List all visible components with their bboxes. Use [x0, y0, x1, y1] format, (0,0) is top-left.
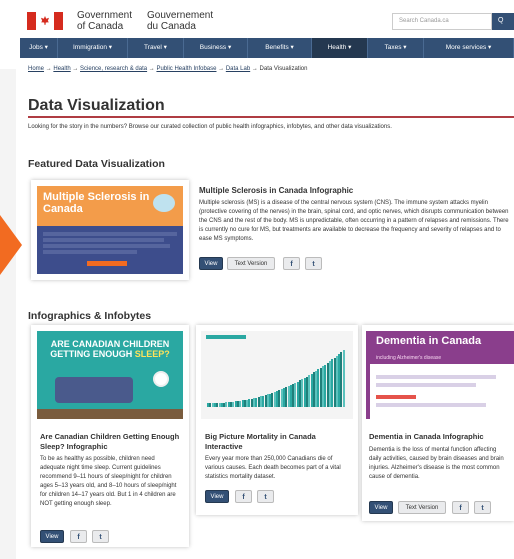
card-sleep-twitter-icon[interactable]: t	[92, 530, 109, 543]
nav-item-health[interactable]: Health ▾	[312, 38, 368, 58]
nav-item-immigration[interactable]: Immigration ▾	[58, 38, 128, 58]
mortality-thumb-bar	[342, 350, 345, 407]
sleep-infographic-image[interactable]: ARE CANADIAN CHILDREN GETTING ENOUGH SLE…	[37, 331, 183, 419]
card-dementia-title[interactable]: Dementia in Canada Infographic	[369, 432, 509, 442]
page-title: Data Visualization	[28, 97, 165, 114]
featured-facebook-icon[interactable]: f	[283, 257, 300, 270]
nav-item-taxes[interactable]: Taxes ▾	[368, 38, 424, 58]
nav-item-benefits[interactable]: Benefits ▾	[248, 38, 312, 58]
featured-description: Multiple sclerosis (MS) is a disease of …	[199, 200, 509, 242]
featured-twitter-icon[interactable]: t	[305, 257, 322, 270]
canada-flag-logo[interactable]	[27, 12, 63, 30]
card-mortality-title[interactable]: Big Picture Mortality in Canada Interact…	[205, 432, 351, 452]
card-dementia-text-version-button[interactable]: Text Version	[398, 501, 446, 514]
featured-image-cta	[87, 261, 127, 266]
card-mortality-facebook-icon[interactable]: f	[235, 490, 252, 503]
title-divider	[28, 116, 514, 118]
nav-item-travel[interactable]: Travel ▾	[128, 38, 184, 58]
breadcrumb-science[interactable]: Science, research & data	[80, 66, 147, 72]
page-intro: Looking for the story in the numbers? Br…	[28, 124, 392, 130]
clock-icon	[153, 371, 169, 387]
gov-name-en[interactable]: Government of Canada	[77, 10, 132, 32]
card-sleep-title[interactable]: Are Canadian Children Getting Enough Sle…	[40, 432, 180, 452]
breadcrumb-infobase[interactable]: Public Health Infobase	[156, 66, 216, 72]
featured-view-button[interactable]: View	[199, 257, 223, 270]
card-sleep-description: To be as healthy as possible, children n…	[40, 456, 177, 507]
featured-heading: Featured Data Visualization	[28, 158, 165, 170]
infographics-heading: Infographics & Infobytes	[28, 310, 152, 322]
card-mortality-description: Every year more than 250,000 Canadians d…	[205, 456, 341, 480]
featured-title[interactable]: Multiple Sclerosis in Canada Infographic	[199, 186, 353, 195]
featured-text-version-button[interactable]: Text Version	[227, 257, 275, 270]
breadcrumb-home[interactable]: Home	[28, 66, 44, 72]
side-panel	[0, 69, 16, 559]
card-mortality-twitter-icon[interactable]: t	[257, 490, 274, 503]
dementia-image-subtitle: including Alzheimer's disease	[370, 355, 514, 364]
floor-decoration	[37, 409, 183, 419]
dementia-image-title: Dementia in Canada	[370, 331, 514, 355]
card-mortality-view-button[interactable]: View	[205, 490, 229, 503]
mortality-image-header	[206, 335, 246, 339]
card-sleep-facebook-icon[interactable]: f	[70, 530, 87, 543]
brain-icon	[153, 194, 175, 212]
card-dementia-view-button[interactable]: View	[369, 501, 393, 514]
breadcrumb: Home → Health → Science, research & data…	[28, 66, 308, 72]
search-input[interactable]: Search Canada.ca	[392, 13, 492, 30]
main-nav: Jobs ▾ Immigration ▾ Travel ▾ Business ▾…	[20, 38, 514, 58]
mortality-chart-image[interactable]	[201, 331, 353, 419]
orange-arrow-icon	[0, 215, 22, 275]
breadcrumb-health[interactable]: Health	[53, 66, 70, 72]
bed-icon	[55, 377, 133, 403]
featured-image-body	[37, 226, 183, 260]
card-sleep-view-button[interactable]: View	[40, 530, 64, 543]
search-button[interactable]: Q	[492, 13, 514, 30]
featured-ms-image[interactable]: Multiple Sclerosis in Canada	[37, 186, 183, 274]
card-dementia-facebook-icon[interactable]: f	[452, 501, 469, 514]
card-dementia-twitter-icon[interactable]: t	[474, 501, 491, 514]
card-dementia-description: Dementia is the loss of mental function …	[369, 447, 504, 480]
site-header: Government of Canada Gouvernement du Can…	[0, 0, 514, 38]
sleep-image-title: ARE CANADIAN CHILDREN GETTING ENOUGH SLE…	[50, 339, 170, 359]
gov-name-fr[interactable]: Gouvernement du Canada	[147, 10, 213, 32]
nav-item-more-services[interactable]: More services ▾	[424, 38, 514, 58]
nav-item-jobs[interactable]: Jobs ▾	[20, 38, 58, 58]
nav-item-business[interactable]: Business ▾	[184, 38, 248, 58]
dementia-infographic-image[interactable]: Dementia in Canada including Alzheimer's…	[366, 331, 514, 419]
breadcrumb-data-lab[interactable]: Data Lab	[226, 66, 250, 72]
breadcrumb-current: Data Visualization	[259, 66, 308, 72]
